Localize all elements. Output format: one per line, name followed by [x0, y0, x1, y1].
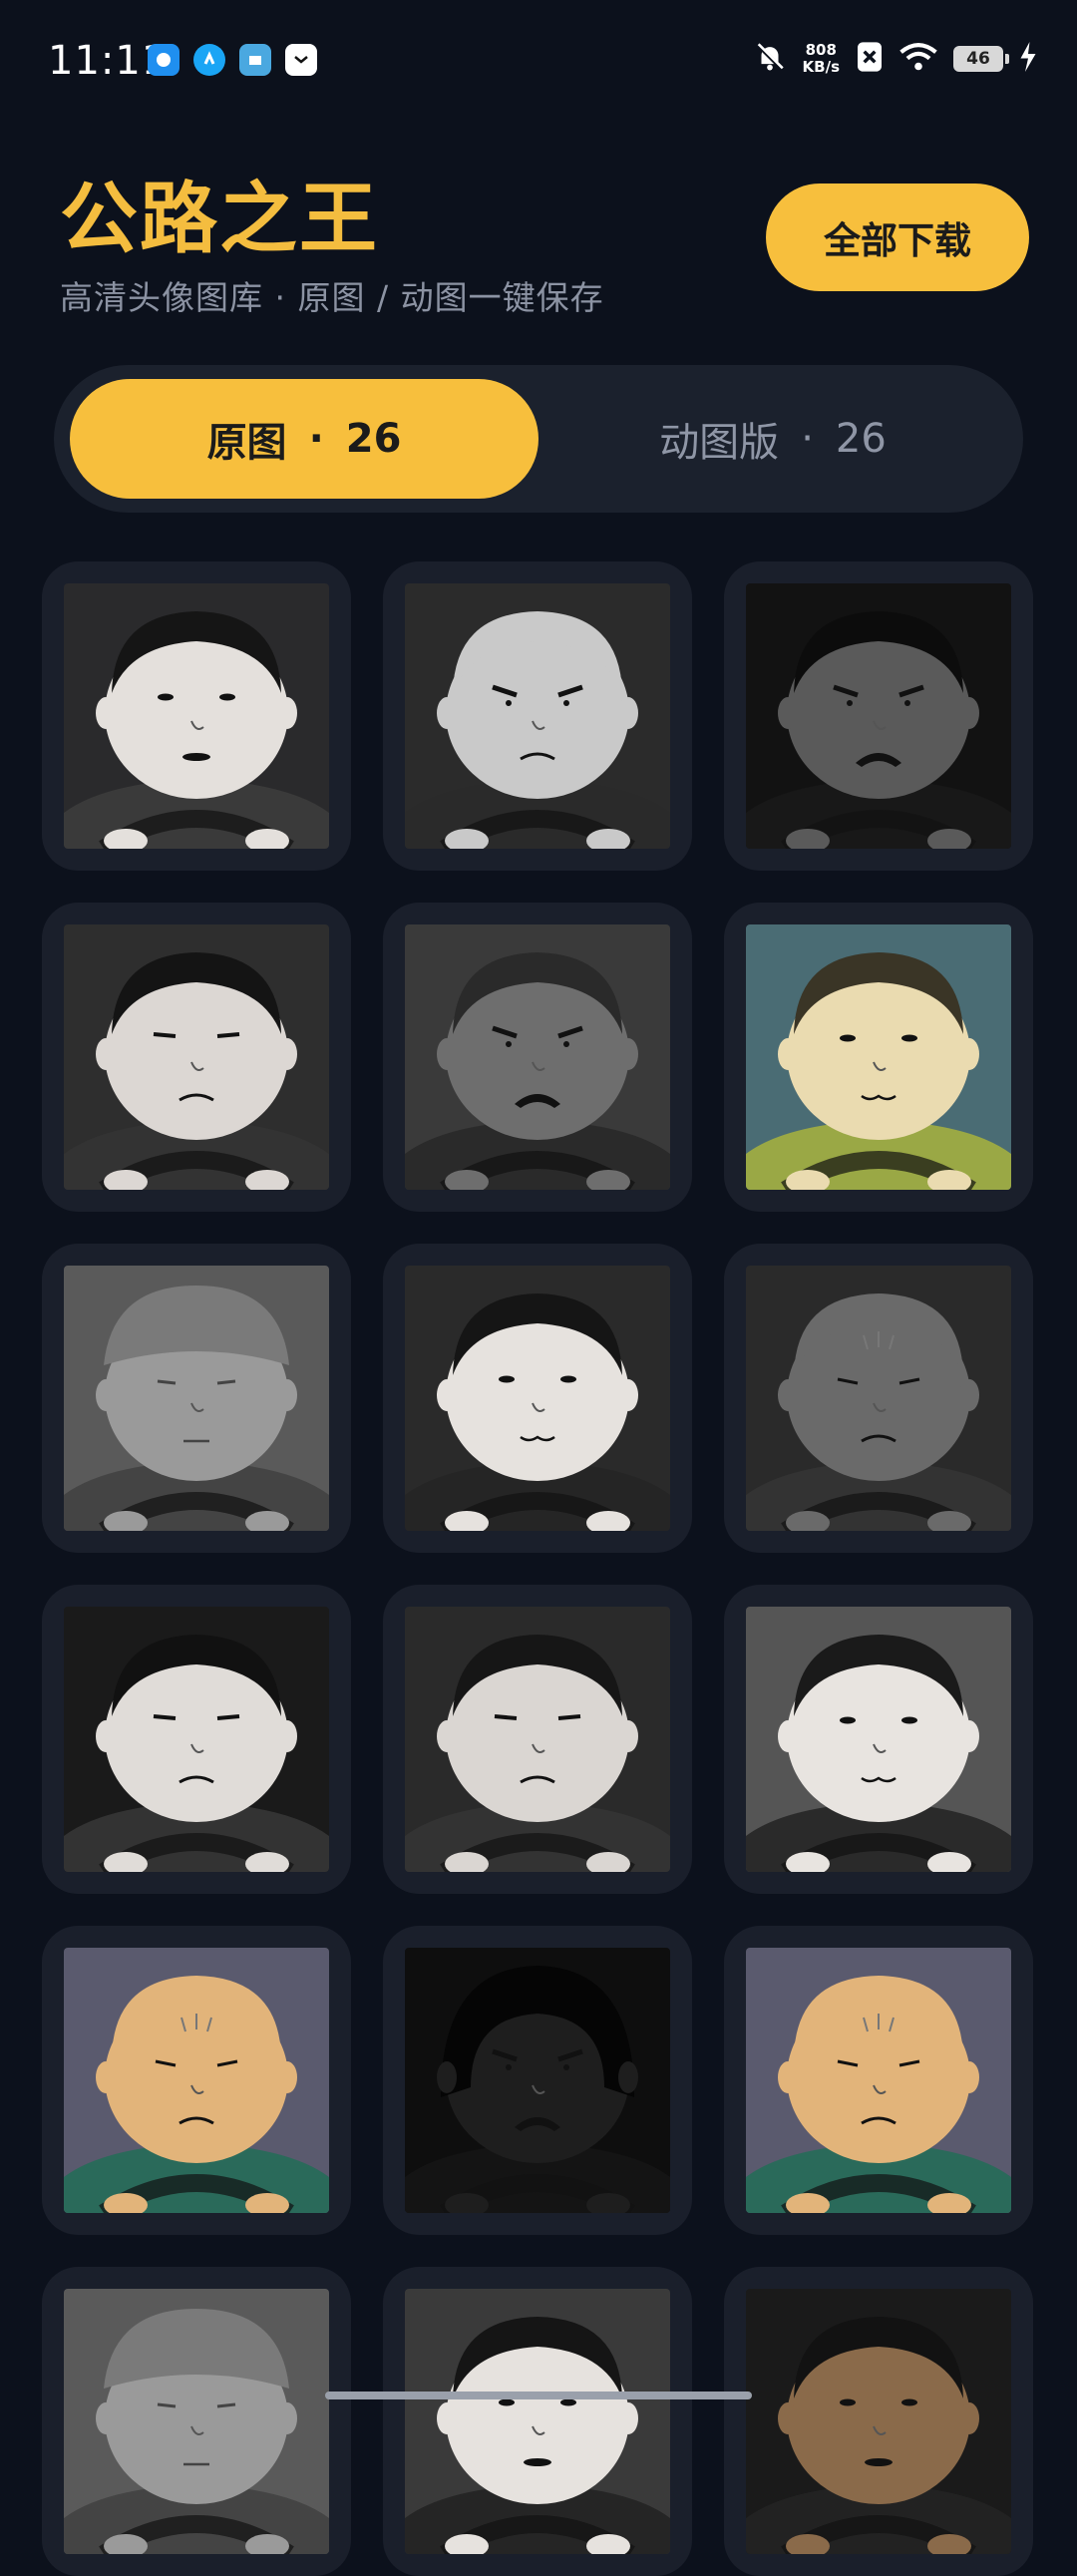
avatar-tile[interactable]	[383, 2267, 692, 2576]
avatar-tile[interactable]	[42, 561, 351, 871]
wifi-icon	[899, 42, 937, 76]
avatar-grid	[42, 561, 1033, 2576]
charging-bolt-icon	[1019, 42, 1037, 76]
tab-animated-label: 动图版	[659, 420, 780, 466]
avatar-tile[interactable]	[42, 1585, 351, 1894]
avatar-tile[interactable]	[724, 561, 1033, 871]
tab-original-count: 26	[345, 416, 402, 462]
avatar-image	[405, 924, 670, 1190]
avatar-image	[405, 1607, 670, 1872]
avatar-tile[interactable]	[42, 2267, 351, 2576]
mute-bell-icon	[753, 40, 787, 78]
avatar-tile[interactable]	[724, 1244, 1033, 1553]
tab-animated[interactable]: 动图版 · 26	[538, 379, 1007, 499]
tab-animated-count: 26	[835, 416, 887, 462]
battery-icon: 46	[953, 46, 1009, 72]
avatar-image	[64, 1948, 329, 2213]
system-status-icons: 808 KB/s 46	[753, 40, 1037, 78]
avatar-image	[746, 1607, 1011, 1872]
avatar-tile[interactable]	[42, 1926, 351, 2235]
app-icon-1	[148, 44, 180, 76]
avatar-tile[interactable]	[724, 1585, 1033, 1894]
avatar-image	[64, 583, 329, 849]
avatar-image	[64, 2289, 329, 2554]
avatar-image	[405, 1948, 670, 2213]
avatar-tile[interactable]	[383, 1926, 692, 2235]
avatar-tile[interactable]	[383, 561, 692, 871]
avatar-tile[interactable]	[383, 1585, 692, 1894]
avatar-tile[interactable]	[383, 903, 692, 1212]
avatar-tile[interactable]	[42, 903, 351, 1212]
avatar-tile[interactable]	[724, 903, 1033, 1212]
avatar-image	[64, 1266, 329, 1531]
tab-bar: 原图 · 26 动图版 · 26	[54, 365, 1023, 513]
avatar-image	[405, 2289, 670, 2554]
download-all-button[interactable]: 全部下载	[766, 184, 1029, 291]
avatar-tile[interactable]	[724, 2267, 1033, 2576]
no-sim-icon	[856, 41, 884, 77]
app-icon-3	[239, 44, 271, 76]
avatar-image	[405, 583, 670, 849]
app-icon-2	[193, 44, 225, 76]
avatar-tile[interactable]	[42, 1244, 351, 1553]
avatar-image	[746, 924, 1011, 1190]
avatar-tile[interactable]	[724, 1926, 1033, 2235]
notification-icons	[148, 44, 317, 76]
tab-original[interactable]: 原图 · 26	[70, 379, 538, 499]
status-bar: 11:11 808 KB/s 46	[0, 0, 1077, 120]
home-indicator[interactable]	[325, 2392, 752, 2399]
avatar-image	[405, 1266, 670, 1531]
avatar-image	[746, 583, 1011, 849]
app-icon-4	[285, 44, 317, 76]
avatar-image	[746, 1948, 1011, 2213]
avatar-image	[64, 924, 329, 1190]
avatar-tile[interactable]	[383, 1244, 692, 1553]
tab-original-label: 原图	[206, 420, 287, 466]
avatar-image	[64, 1607, 329, 1872]
avatar-image	[746, 1266, 1011, 1531]
avatar-image	[746, 2289, 1011, 2554]
network-speed: 808 KB/s	[802, 41, 840, 76]
